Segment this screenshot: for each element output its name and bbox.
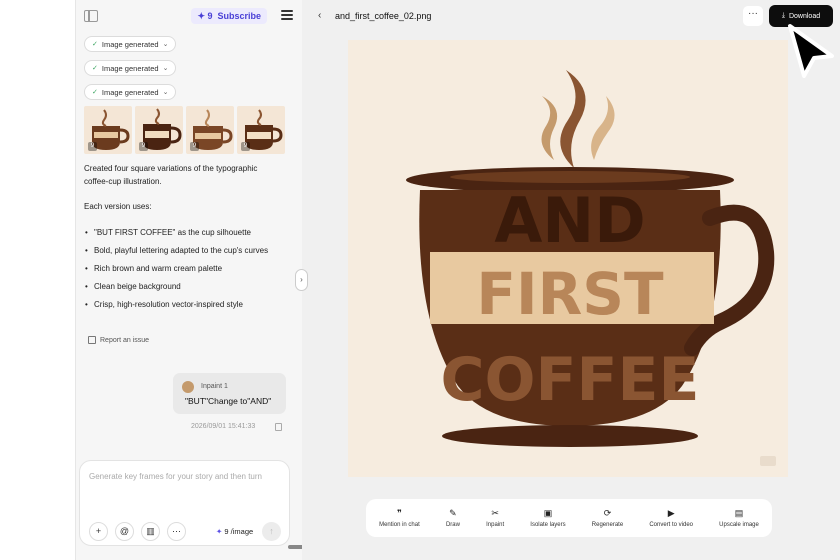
chevron-down-icon: ⌄	[162, 41, 169, 48]
refresh-icon: ⟳	[603, 508, 612, 518]
list-item: "BUT FIRST COFFEE" as the cup silhouette	[84, 227, 289, 240]
report-issue-link[interactable]: Report an issue	[88, 336, 149, 344]
bullet-list: "BUT FIRST COFFEE" as the cup silhouette…	[84, 227, 289, 317]
chevron-down-icon: ⌄	[162, 65, 169, 72]
report-label: Report an issue	[100, 336, 150, 344]
tool-label: Convert to video	[649, 522, 694, 528]
mouse-pointer-icon	[788, 24, 834, 78]
file-name: and_first_coffee_02.png	[335, 11, 432, 21]
each-version-heading: Each version uses:	[84, 202, 152, 211]
inpaint-button[interactable]: ✂ Inpaint	[486, 508, 504, 528]
list-item: Crisp, high-resolution vector-inspired s…	[84, 299, 289, 312]
sidebar-toggle-icon[interactable]	[84, 10, 98, 22]
more-icon[interactable]: ⋯	[167, 522, 186, 541]
pill-label: Image generated	[101, 63, 159, 73]
inpaint-tag: Inpaint 1	[201, 383, 228, 390]
subscribe-label: Subscribe	[217, 11, 261, 21]
chat-panel: ✦ 9 Subscribe ✓ Image generated ⌄ ✓ Imag…	[75, 0, 302, 560]
credits-count: ✦ 9	[197, 10, 213, 21]
watermark	[760, 456, 776, 466]
isolate-layers-button[interactable]: ▣ Isolate layers	[530, 508, 565, 528]
send-button[interactable]: ↑	[262, 522, 281, 541]
list-item: Clean beige background	[84, 281, 289, 294]
thumbnail-2[interactable]: 9	[135, 106, 183, 154]
check-icon: ✓	[92, 41, 98, 48]
back-icon[interactable]: ‹	[318, 10, 321, 21]
summary-line: coffee-cup illustration.	[84, 176, 162, 186]
regenerate-button[interactable]: ⟳ Regenerate	[592, 508, 623, 528]
tool-label: Inpaint	[486, 522, 505, 528]
collapse-panel-button[interactable]: ›	[295, 269, 308, 291]
chat-header: ✦ 9 Subscribe	[76, 0, 302, 32]
thumbnail-3[interactable]: 9	[186, 106, 234, 154]
scissors-icon: ✂	[491, 508, 499, 518]
app-root: ✦ 9 Subscribe ✓ Image generated ⌄ ✓ Imag…	[0, 0, 840, 560]
image-generated-pill[interactable]: ✓ Image generated ⌄	[84, 36, 177, 52]
tool-label: Draw	[445, 522, 460, 528]
thumbnail-badge: 9	[190, 142, 199, 151]
message-timestamp: 2026/09/01 15:41:33	[191, 423, 256, 430]
copy-icon[interactable]	[275, 423, 282, 431]
tool-label: Regenerate	[591, 522, 624, 528]
thumbnail-4[interactable]: 9	[237, 106, 285, 154]
thumbnail-strip: 9 9 9 9	[84, 106, 285, 154]
price-label: 9 /image	[224, 527, 254, 536]
flag-icon	[88, 336, 96, 344]
upscale-image-button[interactable]: ▤ Upscale image	[719, 508, 759, 528]
tool-label: Isolate layers	[530, 522, 566, 528]
stack-icon[interactable]	[281, 10, 293, 21]
thumbnail-badge: 9	[139, 142, 148, 151]
composer-placeholder[interactable]: Generate key frames for your story and t…	[89, 472, 262, 481]
chart-icon[interactable]: ▥	[141, 522, 160, 541]
layers-icon: ▣	[543, 508, 553, 518]
mention-in-chat-button[interactable]: ❞ Mention in chat	[379, 508, 420, 528]
resize-handle[interactable]	[288, 545, 302, 549]
image-word-3: COFFEE	[441, 345, 700, 415]
avatar	[182, 381, 194, 393]
image-toolbar: ❞ Mention in chat ✎ Draw ✂ Inpaint ▣ Iso…	[366, 499, 772, 537]
image-canvas[interactable]: AND FIRST COFFEE	[348, 40, 788, 477]
draw-button[interactable]: ✎ Draw	[446, 508, 460, 528]
assistant-summary: Created four square variations of the ty…	[84, 163, 284, 188]
add-icon[interactable]: +	[89, 522, 108, 541]
pill-label: Image generated	[101, 39, 159, 49]
pen-icon: ✎	[449, 508, 457, 518]
more-button[interactable]: ···	[743, 6, 763, 26]
user-message-bubble: Inpaint 1 "BUT"Change to"AND"	[173, 373, 286, 414]
mention-icon[interactable]: @	[115, 522, 134, 541]
image-word-1: AND	[494, 184, 645, 257]
quote-icon: ❞	[397, 508, 402, 518]
image-generated-pill[interactable]: ✓ Image generated ⌄	[84, 60, 177, 76]
check-icon: ✓	[92, 65, 98, 72]
download-icon: ⤓	[781, 12, 785, 19]
list-item: Rich brown and warm cream palette	[84, 263, 289, 276]
image-word-2: FIRST	[476, 260, 664, 328]
user-message-text: "BUT"Change to"AND"	[185, 396, 272, 406]
subscribe-button[interactable]: ✦ 9 Subscribe	[191, 8, 267, 24]
chat-composer[interactable]: Generate key frames for your story and t…	[79, 460, 290, 546]
chevron-down-icon: ⌄	[162, 89, 169, 96]
thumbnail-badge: 9	[241, 142, 250, 151]
hd-icon: ▤	[734, 508, 744, 518]
check-icon: ✓	[92, 89, 98, 96]
price-per-image: ✦ 9 /image	[216, 527, 253, 536]
video-icon: ▶	[667, 508, 675, 518]
list-item: Bold, playful lettering adapted to the c…	[84, 245, 289, 258]
pill-label: Image generated	[101, 87, 159, 97]
thumbnail-1[interactable]: 9	[84, 106, 132, 154]
image-generated-pill[interactable]: ✓ Image generated ⌄	[84, 84, 177, 100]
tool-label: Mention in chat	[379, 522, 420, 528]
summary-line: Created four square variations of the ty…	[84, 164, 258, 173]
tool-label: Upscale image	[719, 522, 759, 528]
image-viewer: ‹ and_first_coffee_02.png ··· ⤓ Download…	[302, 0, 840, 560]
convert-to-video-button[interactable]: ▶ Convert to video	[649, 508, 693, 528]
download-label: Download	[788, 12, 821, 20]
spark-icon: ✦	[216, 527, 223, 536]
thumbnail-badge: 9	[88, 142, 97, 151]
coffee-illustration: AND FIRST COFFEE	[406, 70, 775, 447]
